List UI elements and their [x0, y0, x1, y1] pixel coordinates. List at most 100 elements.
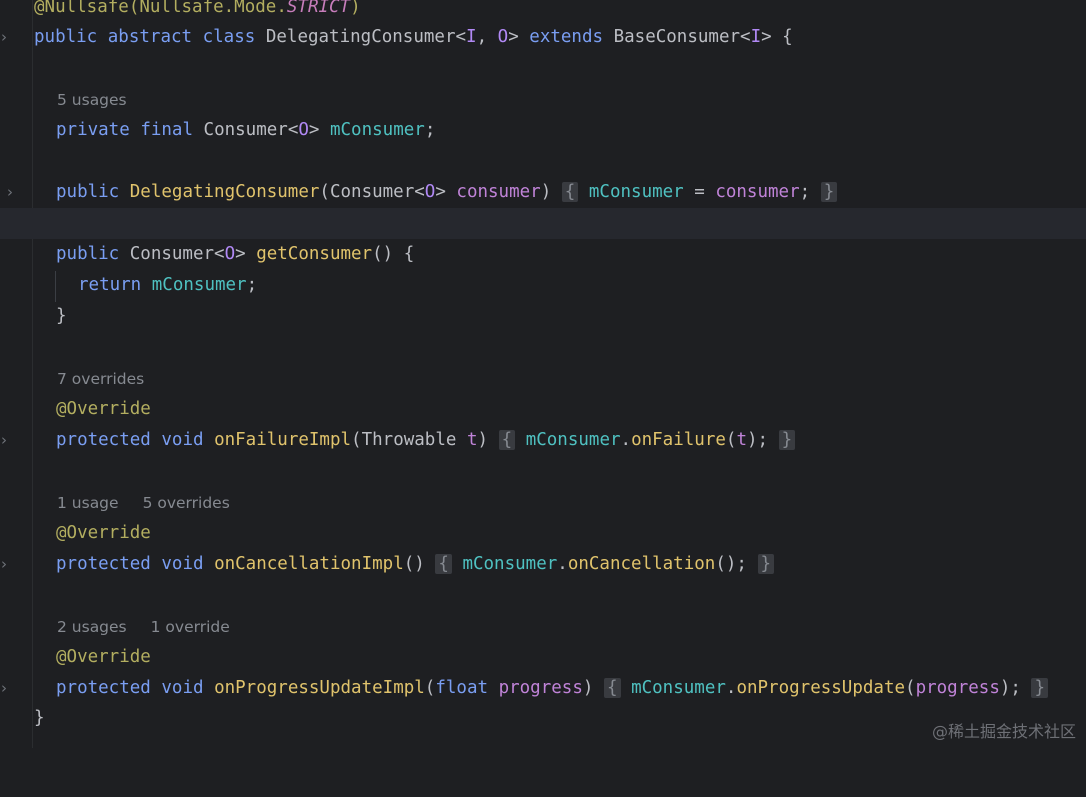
field: mConsumer — [329, 120, 425, 140]
code-line[interactable]: } — [0, 703, 1086, 734]
chevron-right-icon[interactable]: › — [0, 425, 11, 456]
chevron-right-icon[interactable]: › — [0, 22, 11, 53]
keyword: protected — [56, 430, 151, 450]
code-line[interactable]: › protected void onCancellationImpl() { … — [0, 549, 1086, 580]
parameter: t — [466, 430, 478, 450]
code-line[interactable]: private final Consumer<O> mConsumer; — [0, 115, 1086, 146]
parameter: progress — [915, 678, 1000, 698]
code-line[interactable]: › public DelegatingConsumer(Consumer<O> … — [0, 177, 1086, 208]
class-name: DelegatingConsumer< — [265, 27, 467, 47]
folded-brace[interactable]: { — [603, 678, 621, 698]
type-param: O — [224, 244, 236, 264]
type-param: I — [466, 27, 477, 47]
punct: ; — [246, 275, 258, 295]
folded-brace[interactable]: { — [561, 182, 579, 202]
keyword: public — [56, 244, 120, 264]
punct: . — [557, 554, 568, 574]
inlay-hint-row: 2 usages 1 override — [0, 612, 1086, 643]
method-name: getConsumer — [256, 244, 373, 264]
keyword: void — [161, 678, 204, 698]
code-line[interactable]: @Override — [0, 642, 1086, 673]
code-line[interactable]: @Nullsafe(Nullsafe.Mode.STRICT) — [0, 0, 1086, 23]
punct: = — [683, 182, 716, 202]
overrides-hint[interactable]: 1 override — [151, 618, 230, 636]
type-param: O — [424, 182, 436, 202]
keyword: final — [140, 120, 193, 140]
punct: ) — [477, 430, 489, 450]
current-line-highlight[interactable] — [0, 208, 1086, 239]
chevron-right-icon[interactable]: › — [0, 673, 11, 704]
keyword: extends — [529, 27, 604, 47]
usages-hint[interactable]: 5 usages — [57, 91, 127, 109]
folded-brace[interactable]: } — [757, 554, 775, 574]
punct: (); — [715, 554, 747, 574]
code-line[interactable]: › public abstract class DelegatingConsum… — [0, 22, 1086, 53]
overrides-hint[interactable]: 5 overrides — [143, 494, 230, 512]
annotation: @Override — [56, 523, 151, 543]
punct: > — [508, 27, 530, 47]
field: mConsumer — [525, 430, 621, 450]
field: mConsumer — [588, 182, 684, 202]
code-line[interactable]: › protected void onProgressUpdateImpl(fl… — [0, 673, 1086, 704]
type: Consumer< — [119, 244, 225, 264]
punct: > — [235, 244, 257, 264]
code-line[interactable]: @Override — [0, 518, 1086, 549]
punct: . — [620, 430, 632, 450]
folded-brace[interactable]: } — [820, 182, 838, 202]
overrides-hint[interactable]: 7 overrides — [57, 370, 144, 388]
punct: ( — [905, 678, 916, 698]
method-name: onCancellationImpl — [214, 554, 404, 574]
folded-brace[interactable]: { — [435, 554, 452, 574]
type-param: I — [750, 27, 762, 47]
folded-brace[interactable]: } — [778, 430, 796, 450]
keyword: protected — [56, 554, 151, 574]
paren: ) — [350, 0, 361, 17]
keyword: public — [56, 182, 120, 202]
method-call: onFailure — [631, 430, 726, 450]
parameter: consumer — [715, 182, 800, 202]
punct: ; — [424, 120, 436, 140]
code-line[interactable]: @Override — [0, 394, 1086, 425]
method-name: onFailureImpl — [214, 430, 352, 450]
punct: } — [56, 306, 67, 326]
keyword: return — [78, 275, 142, 295]
inlay-hint-row: 1 usage 5 overrides — [0, 488, 1086, 519]
punct: . — [725, 678, 737, 698]
code-editor[interactable]: @Nullsafe(Nullsafe.Mode.STRICT) › public… — [0, 0, 1086, 748]
keyword: private — [56, 120, 130, 140]
inlay-hint-row: 5 usages — [0, 85, 1086, 116]
field: mConsumer — [631, 678, 726, 698]
inlay-hint-row: 7 overrides — [0, 364, 1086, 395]
annotation: @Nullsafe(Nullsafe.Mode. — [34, 0, 287, 17]
folded-brace[interactable]: } — [1031, 678, 1049, 698]
punct: ( — [424, 678, 436, 698]
keyword: float — [435, 678, 489, 698]
punct: ) — [540, 182, 552, 202]
usages-hint[interactable]: 2 usages — [57, 618, 127, 636]
usages-hint[interactable]: 1 usage — [57, 494, 119, 512]
punct: ); — [746, 430, 769, 450]
punct: > — [308, 120, 330, 140]
parameter: consumer — [456, 182, 541, 202]
constructor-name: DelegatingConsumer — [129, 182, 320, 202]
chevron-right-icon[interactable]: › — [0, 549, 11, 580]
chevron-right-icon[interactable]: › — [3, 177, 17, 208]
method-call: onCancellation — [567, 554, 716, 574]
watermark: @稀土掘金技术社区 — [931, 722, 1076, 741]
punct: () — [403, 554, 425, 574]
code-line[interactable]: return mConsumer; — [0, 270, 1086, 301]
punct: } — [34, 708, 45, 728]
punct: (Consumer< — [319, 182, 425, 202]
type-param: O — [497, 27, 509, 47]
method-name: onProgressUpdateImpl — [214, 678, 425, 698]
code-line[interactable]: } — [0, 301, 1086, 332]
code-line[interactable]: › protected void onFailureImpl(Throwable… — [0, 425, 1086, 456]
annotation: @Override — [56, 647, 151, 667]
parameter: progress — [498, 678, 583, 698]
punct: () { — [372, 244, 415, 264]
code-line[interactable]: public Consumer<O> getConsumer() { — [0, 239, 1086, 270]
annotation: @Override — [56, 399, 151, 419]
base-class: BaseConsumer< — [603, 27, 751, 47]
enum-constant: STRICT — [286, 0, 351, 17]
folded-brace[interactable]: { — [498, 430, 516, 450]
